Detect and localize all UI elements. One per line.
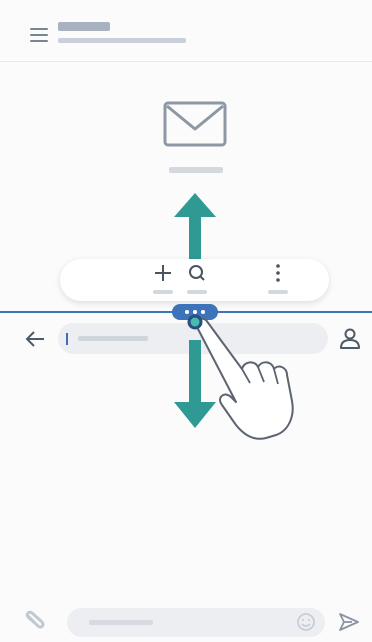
emoji-icon[interactable] — [296, 612, 316, 632]
mail-envelope-icon — [163, 101, 227, 147]
search-placeholder — [78, 336, 148, 341]
person-icon[interactable] — [339, 327, 361, 350]
header-subtitle — [58, 38, 186, 43]
bottom-toolbar — [60, 259, 329, 301]
search-icon — [189, 265, 205, 281]
search-label — [187, 290, 207, 294]
message-input[interactable] — [67, 608, 325, 637]
search-button[interactable] — [176, 259, 218, 301]
empty-mailbox-label — [169, 167, 223, 173]
compose-label — [153, 290, 173, 294]
hamburger-menu-icon[interactable] — [30, 27, 48, 43]
header-title — [58, 22, 110, 31]
send-icon[interactable] — [338, 611, 360, 633]
more-button[interactable] — [257, 259, 299, 301]
back-arrow-icon[interactable] — [24, 328, 46, 350]
plus-icon — [155, 265, 171, 281]
more-vertical-icon — [276, 264, 280, 282]
hand-drag-icon — [187, 314, 294, 440]
header-divider — [0, 61, 372, 62]
message-placeholder — [89, 620, 153, 625]
text-cursor — [66, 333, 68, 345]
paperclip-icon[interactable] — [24, 610, 46, 630]
more-label — [268, 290, 288, 294]
